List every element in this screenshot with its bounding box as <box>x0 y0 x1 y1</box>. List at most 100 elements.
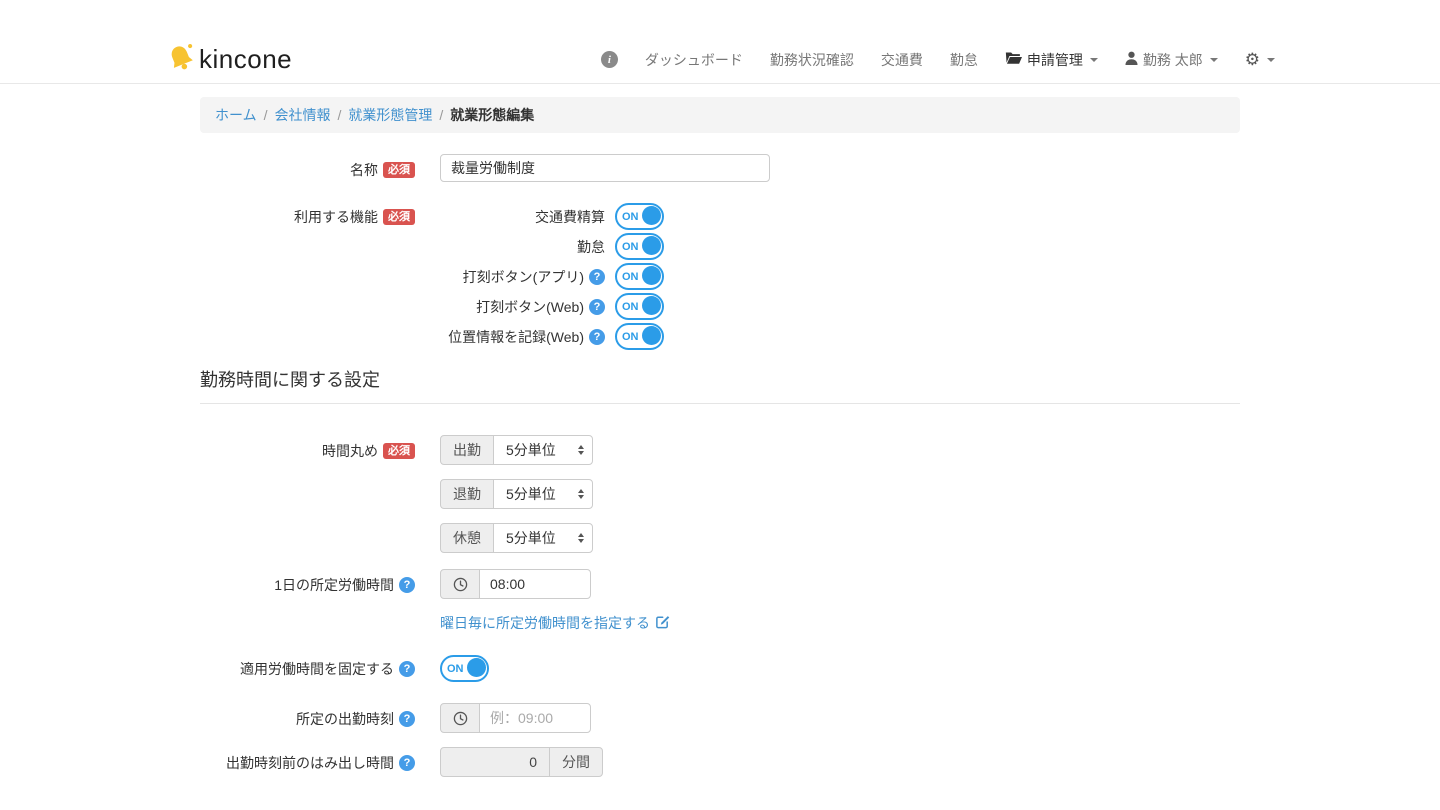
scheduled-start-group <box>440 703 591 733</box>
caret-down-icon <box>1267 58 1275 62</box>
toggle-knob <box>642 266 661 285</box>
attendance-toggle[interactable]: ON <box>615 233 664 260</box>
fixed-hours-toggle[interactable]: ON <box>440 655 489 682</box>
select-stepper-icon <box>578 489 584 499</box>
working-hours-section-title: 勤務時間に関する設定 <box>200 366 1240 392</box>
nav-transport-expense[interactable]: 交通費 <box>881 50 923 70</box>
required-badge: 必須 <box>383 443 415 459</box>
stamp-web-toggle[interactable]: ON <box>615 293 664 320</box>
select-stepper-icon <box>578 533 584 543</box>
label-text: 適用労働時間を固定する <box>240 659 394 679</box>
overflow-before-label: 出勤時刻前のはみ出し時間 ? <box>200 747 440 773</box>
toggle-knob <box>642 206 661 225</box>
folder-open-icon <box>1005 51 1022 68</box>
rounding-group-clockout: 退勤 5分単位 <box>440 479 593 509</box>
toggle-state-label: ON <box>622 211 639 223</box>
scheduled-start-row: 所定の出勤時刻 ? <box>200 703 1240 733</box>
feature-label: 勤怠 <box>577 237 605 257</box>
required-badge: 必須 <box>383 209 415 225</box>
top-header: kincone i ダッシュボード 勤務状況確認 交通費 勤怠 申請管理 <box>0 0 1440 84</box>
label-text: 名称 <box>350 160 378 180</box>
help-icon[interactable]: ? <box>399 577 415 593</box>
breadcrumb-separator: / <box>330 107 348 123</box>
rounding-select-clockout[interactable]: 5分単位 <box>493 479 593 509</box>
edit-icon <box>655 614 670 632</box>
breadcrumb-home[interactable]: ホーム <box>215 105 257 125</box>
select-stepper-icon <box>578 445 584 455</box>
nav-dashboard[interactable]: ダッシュボード <box>645 50 743 70</box>
overflow-unit-addon: 分間 <box>549 747 603 777</box>
nav-application-management[interactable]: 申請管理 <box>1005 50 1098 70</box>
rounding-row-3: 休憩 5分単位 <box>200 523 1240 553</box>
feature-toggle-list: 交通費精算 ON 勤怠 ON 打刻ボタン(アプリ) <box>440 203 664 353</box>
fixed-hours-label: 適用労働時間を固定する ? <box>200 655 440 679</box>
rounding-select-clockin[interactable]: 5分単位 <box>493 435 593 465</box>
selected-value: 5分単位 <box>506 440 556 460</box>
features-row: 利用する機能 必須 交通費精算 ON 勤怠 ON <box>200 203 1240 353</box>
rounding-addon-break: 休憩 <box>440 523 494 553</box>
rounding-group-clockin: 出勤 5分単位 <box>440 435 593 465</box>
feature-label: 打刻ボタン(Web) <box>476 297 584 317</box>
feature-label: 位置情報を記録(Web) <box>448 327 584 347</box>
employment-type-edit-form: 名称 必須 利用する機能 必須 交通費精算 ON 勤怠 <box>200 154 1240 777</box>
label-text: 1日の所定労働時間 <box>274 575 394 595</box>
toggle-knob <box>642 326 661 345</box>
nav-username: 勤務 太郎 <box>1143 50 1203 70</box>
label-text: 所定の出勤時刻 <box>296 709 394 729</box>
rounding-select-break[interactable]: 5分単位 <box>493 523 593 553</box>
breadcrumb-separator: / <box>257 107 275 123</box>
rounding-label: 時間丸め 必須 <box>200 435 440 461</box>
name-row: 名称 必須 <box>200 154 1240 182</box>
help-icon[interactable]: ? <box>589 269 605 285</box>
help-icon[interactable]: ? <box>589 329 605 345</box>
feature-label: 交通費精算 <box>535 207 605 227</box>
spacer-label <box>200 613 440 619</box>
stamp-app-toggle[interactable]: ON <box>615 263 664 290</box>
nav-work-status[interactable]: 勤務状況確認 <box>770 50 854 70</box>
help-icon[interactable]: ? <box>399 661 415 677</box>
fixed-hours-row: 適用労働時間を固定する ? ON <box>200 655 1240 682</box>
bell-icon <box>165 40 197 79</box>
nav-settings-menu[interactable]: ⚙ <box>1245 51 1275 68</box>
gear-icon: ⚙ <box>1245 51 1260 68</box>
daily-hours-input[interactable] <box>479 569 591 599</box>
feature-row-transport: 交通費精算 ON <box>440 203 664 230</box>
toggle-state-label: ON <box>447 663 464 675</box>
spacer-label <box>200 479 440 485</box>
location-web-toggle[interactable]: ON <box>615 323 664 350</box>
scheduled-start-label: 所定の出勤時刻 ? <box>200 703 440 729</box>
label-text: 出勤時刻前のはみ出し時間 <box>226 753 394 773</box>
nav-label: 申請管理 <box>1027 50 1083 70</box>
help-icon[interactable]: ? <box>399 755 415 771</box>
scheduled-start-input[interactable] <box>479 703 591 733</box>
toggle-state-label: ON <box>622 301 639 313</box>
top-nav: i ダッシュボード 勤務状況確認 交通費 勤怠 申請管理 勤務 太郎 <box>601 50 1275 70</box>
name-input[interactable] <box>440 154 770 182</box>
toggle-knob <box>642 236 661 255</box>
feature-row-stamp-web: 打刻ボタン(Web) ? ON <box>440 293 664 320</box>
overflow-before-row: 出勤時刻前のはみ出し時間 ? 分間 <box>200 747 1240 777</box>
selected-value: 5分単位 <box>506 484 556 504</box>
feature-row-location-web: 位置情報を記録(Web) ? ON <box>440 323 664 350</box>
daily-hours-label: 1日の所定労働時間 ? <box>200 569 440 595</box>
toggle-knob <box>467 658 486 677</box>
link-text: 曜日毎に所定労働時間を指定する <box>440 613 650 633</box>
nav-user-menu[interactable]: 勤務 太郎 <box>1125 50 1218 70</box>
feature-row-attendance: 勤怠 ON <box>440 233 664 260</box>
rounding-row-2: 退勤 5分単位 <box>200 479 1240 509</box>
transport-toggle[interactable]: ON <box>615 203 664 230</box>
overflow-before-input <box>440 747 550 777</box>
help-icon[interactable]: ? <box>589 299 605 315</box>
help-icon[interactable]: ? <box>399 711 415 727</box>
name-label: 名称 必須 <box>200 154 440 180</box>
weekday-hours-link[interactable]: 曜日毎に所定労働時間を指定する <box>440 613 670 633</box>
kincone-logo[interactable]: kincone <box>165 40 292 79</box>
selected-value: 5分単位 <box>506 528 556 548</box>
toggle-knob <box>642 296 661 315</box>
clock-icon <box>440 569 480 599</box>
weekday-link-row: 曜日毎に所定労働時間を指定する <box>200 613 1240 633</box>
breadcrumb-company-info[interactable]: 会社情報 <box>274 105 330 125</box>
info-icon[interactable]: i <box>601 51 618 68</box>
nav-attendance[interactable]: 勤怠 <box>950 50 978 70</box>
breadcrumb-employment-type-management[interactable]: 就業形態管理 <box>348 105 432 125</box>
